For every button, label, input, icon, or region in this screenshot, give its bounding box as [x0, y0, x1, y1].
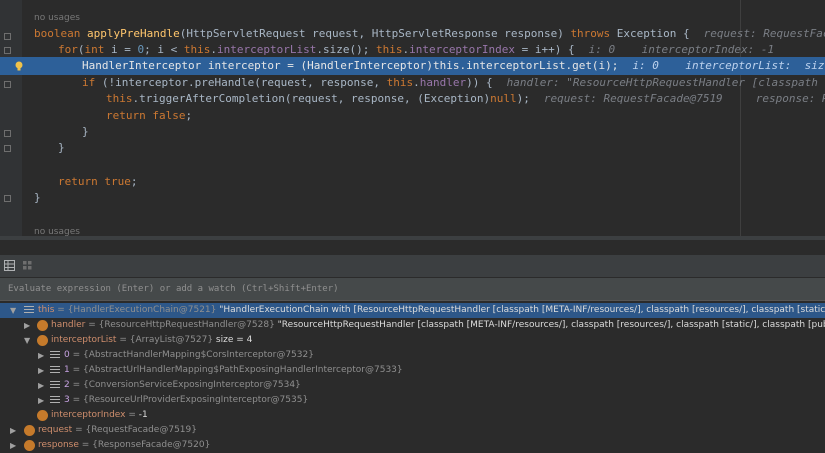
field-icon: [37, 410, 48, 421]
table-view-icon[interactable]: [4, 260, 15, 271]
variables-toolbar: [0, 255, 825, 277]
fold-marker[interactable]: [4, 33, 11, 40]
list-icon: [50, 351, 60, 360]
fold-marker[interactable]: [4, 195, 11, 202]
code-line: HandlerInterceptor interceptor = (Handle…: [82, 58, 825, 74]
code-line: }: [82, 125, 89, 138]
chevron-right-icon[interactable]: ▶: [38, 363, 44, 378]
chevron-right-icon[interactable]: ▶: [38, 378, 44, 393]
chevron-right-icon[interactable]: ▶: [10, 438, 16, 453]
lightbulb-icon[interactable]: [14, 61, 24, 71]
variable-row[interactable]: ▼ this = {HandlerExecutionChain@7521} "H…: [0, 303, 825, 318]
fold-marker[interactable]: [4, 130, 11, 137]
code-line: return false;: [106, 109, 193, 122]
variable-row[interactable]: ▶ 0 = {AbstractHandlerMapping$CorsInterc…: [0, 348, 825, 363]
editor-gutter[interactable]: [0, 0, 22, 236]
fold-marker[interactable]: [4, 81, 11, 88]
variable-row[interactable]: ▶ response = {ResponseFacade@7520}: [0, 438, 825, 453]
chevron-right-icon[interactable]: ▶: [24, 318, 30, 333]
list-icon: [50, 396, 60, 405]
fold-marker[interactable]: [4, 47, 11, 54]
code-line: if (!interceptor.preHandle(request, resp…: [82, 75, 825, 91]
inline-debug-hint: request: RequestFacade@7519 response: Re…: [543, 92, 825, 105]
fold-marker[interactable]: [4, 145, 11, 152]
variable-row[interactable]: ▶ handler = {ResourceHttpRequestHandler@…: [0, 318, 825, 333]
variable-row[interactable]: ▶ request = {RequestFacade@7519}: [0, 423, 825, 438]
code-line: }: [58, 141, 65, 154]
parameter-icon: [24, 440, 35, 451]
code-line: boolean applyPreHandle(HttpServletReques…: [34, 26, 825, 42]
usages-hint[interactable]: no usages: [34, 227, 80, 236]
list-icon: [50, 366, 60, 375]
variable-row[interactable]: interceptorIndex = -1: [0, 408, 825, 423]
usages-hint[interactable]: no usages: [34, 13, 80, 23]
list-icon: [50, 381, 60, 390]
inline-debug-hint: i: 0 interceptorList: size = 4: [632, 59, 825, 72]
inline-debug-hint: handler: "ResourceHttpRequestHandler [cl…: [506, 76, 825, 89]
variable-row[interactable]: ▼ interceptorList = {ArrayList@7527} siz…: [0, 333, 825, 348]
panel-splitter[interactable]: [0, 236, 825, 240]
chevron-down-icon[interactable]: ▼: [24, 333, 30, 348]
code-line: return true;: [58, 175, 138, 188]
code-editor[interactable]: no usages boolean applyPreHandle(HttpSer…: [0, 0, 825, 236]
code-line: this.triggerAfterCompletion(request, res…: [106, 91, 825, 107]
variable-row[interactable]: ▶ 1 = {AbstractUrlHandlerMapping$PathExp…: [0, 363, 825, 378]
field-icon: [37, 335, 48, 346]
code-line: for(int i = 0; i < this.interceptorList.…: [58, 43, 775, 56]
evaluate-expression-input[interactable]: [6, 280, 810, 298]
chevron-right-icon[interactable]: ▶: [10, 423, 16, 438]
inline-debug-hint: request: RequestFacade@7519: [703, 27, 825, 40]
variable-row[interactable]: ▶ 3 = {ResourceUrlProviderExposingInterc…: [0, 393, 825, 408]
chevron-right-icon[interactable]: ▶: [38, 393, 44, 408]
variable-row[interactable]: ▶ 2 = {ConversionServiceExposingIntercep…: [0, 378, 825, 393]
current-execution-line[interactable]: HandlerInterceptor interceptor = (Handle…: [0, 57, 825, 75]
list-icon: [24, 306, 34, 315]
parameter-icon: [24, 425, 35, 436]
grid-layout-icon[interactable]: [22, 260, 33, 271]
evaluate-expression-bar[interactable]: [0, 278, 825, 301]
chevron-down-icon[interactable]: ▼: [10, 303, 16, 318]
inline-debug-hint: i: 0 interceptorIndex: -1: [588, 43, 775, 56]
chevron-right-icon[interactable]: ▶: [38, 348, 44, 363]
field-icon: [37, 320, 48, 331]
code-line: }: [34, 191, 41, 204]
